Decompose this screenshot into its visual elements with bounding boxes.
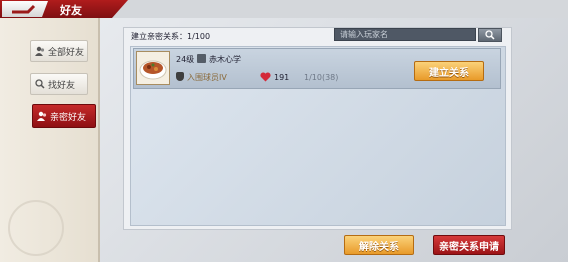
position-icon (197, 54, 206, 63)
food-avatar-icon (139, 60, 167, 80)
search-icon (35, 79, 45, 89)
rank-badge-icon (176, 72, 184, 81)
sidebar-item-close-friends[interactable]: 亲密好友 (32, 104, 96, 128)
remove-relation-button[interactable]: 解除关系 (344, 235, 414, 255)
basketball-decoration (8, 200, 64, 256)
page-title: 好友 (60, 4, 82, 17)
sidebar-item-label: 找好友 (48, 80, 76, 91)
heart-icon (260, 72, 271, 82)
sidebar-item-find-friends[interactable]: 找好友 (30, 73, 88, 95)
back-arrow-icon (12, 4, 36, 14)
sidebar-item-label: 全部好友 (48, 47, 85, 58)
sidebar-item-all-friends[interactable]: 全部好友 (30, 40, 88, 62)
search-icon (485, 30, 495, 40)
relation-ratio: 1/10(38) (304, 73, 339, 82)
intimacy-request-button[interactable]: 亲密关系申请 (433, 235, 505, 255)
friend-level: 24级 (176, 55, 195, 64)
avatar[interactable] (136, 51, 170, 85)
search-button[interactable] (478, 28, 502, 42)
heart-count: 191 (274, 73, 290, 82)
friend-name: 赤木心学 (209, 55, 241, 64)
build-relation-button[interactable]: 建立关系 (414, 61, 484, 81)
group-icon (37, 111, 47, 121)
intimacy-count: 建立亲密关系：1/100 (131, 32, 211, 41)
group-icon (35, 46, 45, 56)
sidebar-item-label: 亲密好友 (50, 112, 87, 123)
back-button[interactable] (2, 1, 48, 17)
friend-rank: 入围球员IV (187, 73, 227, 82)
search-input[interactable] (334, 28, 476, 41)
